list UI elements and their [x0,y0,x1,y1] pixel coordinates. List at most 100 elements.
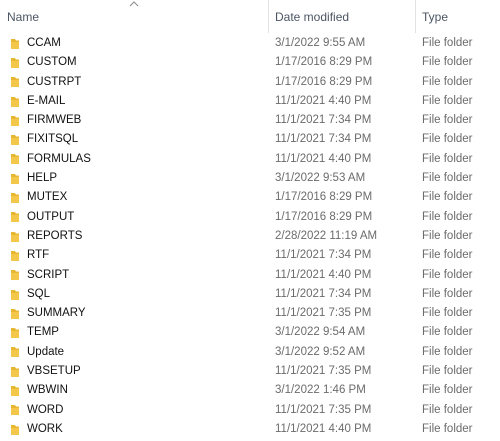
table-row[interactable]: SQL 11/1/2021 7:34 PM File folder [0,285,500,304]
date-modified-column-header[interactable]: Date modified [270,0,415,33]
file-type: File folder [422,152,473,165]
table-row[interactable]: RTF 11/1/2021 7:34 PM File folder [0,246,500,265]
file-name: VBSETUP [27,365,81,378]
column-header-bar: Name Date modified Type [0,0,500,33]
file-type: File folder [422,172,473,185]
date-modified: 11/1/2021 7:34 PM [275,133,372,146]
file-name: SUMMARY [27,307,86,320]
file-type: File folder [422,403,473,416]
file-name: WORD [27,403,64,416]
table-row[interactable]: CUSTRPT 1/17/2016 8:29 PM File folder [0,73,500,92]
file-name: CCAM [27,37,61,49]
file-name: MUTEX [27,191,68,204]
date-modified: 11/1/2021 4:40 PM [275,422,372,435]
date-modified: 1/17/2016 8:29 PM [275,191,373,204]
table-row[interactable]: CCAM 3/1/2022 9:55 AM File folder [0,34,500,53]
folder-icon [10,420,22,439]
file-type: File folder [422,287,473,300]
date-modified: 1/17/2016 8:29 PM [275,210,373,223]
date-modified: 3/1/2022 1:46 PM [275,384,366,397]
table-row[interactable]: REPORTS 2/28/2022 11:19 AM File folder [0,227,500,246]
table-row[interactable]: Update 3/1/2022 9:52 AM File folder [0,343,500,362]
table-row[interactable]: SUMMARY 11/1/2021 7:35 PM File folder [0,304,500,323]
file-name: SCRIPT [27,268,70,281]
file-name: REPORTS [27,229,83,242]
date-modified: 3/1/2022 9:53 AM [275,172,366,185]
table-row[interactable]: E-MAIL 11/1/2021 4:40 PM File folder [0,92,500,111]
file-type: File folder [422,249,473,262]
file-list-view: Name Date modified Type CCAM 3/1/2022 9:5… [0,0,500,441]
folder-icon [10,111,22,130]
file-name: FIRMWEB [27,114,82,127]
file-name: WORK [27,422,63,435]
table-row[interactable]: MUTEX 1/17/2016 8:29 PM File folder [0,188,500,207]
file-type: File folder [422,133,473,146]
table-row[interactable]: SCRIPT 11/1/2021 4:40 PM File folder [0,266,500,285]
table-row[interactable]: CUSTOM 1/17/2016 8:29 PM File folder [0,53,500,72]
file-type: File folder [422,229,473,242]
file-name: OUTPUT [27,210,75,223]
file-type: File folder [422,191,473,204]
date-modified: 1/17/2016 8:29 PM [275,75,373,88]
folder-icon [10,150,22,169]
folder-icon [10,73,22,92]
table-row[interactable]: VBSETUP 11/1/2021 7:35 PM File folder [0,362,500,381]
date-modified: 11/1/2021 7:34 PM [275,287,372,300]
folder-icon [10,169,22,188]
table-row[interactable]: FIXITSQL 11/1/2021 7:34 PM File folder [0,130,500,149]
file-type: File folder [422,94,473,107]
folder-icon [10,285,22,304]
folder-icon [10,208,22,227]
file-type: File folder [422,384,473,397]
file-type: File folder [422,114,473,127]
type-column-label: Type [422,9,449,24]
folder-icon [10,92,22,111]
folder-icon [10,34,22,53]
folder-icon [10,323,22,342]
folder-icon [10,401,22,420]
date-modified: 3/1/2022 9:54 AM [275,326,366,339]
date-modified: 2/28/2022 11:19 AM [275,229,378,242]
name-column-label: Name [7,9,40,24]
date-modified: 11/1/2021 7:34 PM [275,249,372,262]
date-modified: 11/1/2021 7:35 PM [275,403,372,416]
file-type: File folder [422,422,473,435]
folder-icon [10,381,22,400]
date-modified: 3/1/2022 9:55 AM [275,37,366,49]
column-divider[interactable] [415,0,416,33]
table-row[interactable]: FORMULAS 11/1/2021 4:40 PM File folder [0,150,500,169]
folder-icon [10,53,22,72]
file-name: FIXITSQL [27,133,79,146]
file-type: File folder [422,56,473,69]
folder-icon [10,266,22,285]
table-row[interactable]: FIRMWEB 11/1/2021 7:34 PM File folder [0,111,500,130]
file-type: File folder [422,210,473,223]
file-name: WBWIN [27,384,68,397]
folder-icon [10,304,22,323]
table-row[interactable]: TEMP 3/1/2022 9:54 AM File folder [0,323,500,342]
file-type: File folder [422,365,473,378]
date-modified: 11/1/2021 4:40 PM [275,94,372,107]
column-divider[interactable] [268,0,269,33]
file-type: File folder [422,345,473,358]
date-modified: 11/1/2021 4:40 PM [275,268,372,281]
date-modified-column-label: Date modified [275,9,350,24]
date-modified: 11/1/2021 7:35 PM [275,365,372,378]
date-modified: 11/1/2021 7:35 PM [275,307,372,320]
table-row[interactable]: OUTPUT 1/17/2016 8:29 PM File folder [0,208,500,227]
file-name: RTF [27,249,50,262]
table-row[interactable]: WORK 11/1/2021 4:40 PM File folder [0,420,500,439]
file-type: File folder [422,37,473,49]
file-name: HELP [27,172,58,185]
file-rows: CCAM 3/1/2022 9:55 AM File folder CUSTOM 1/1… [0,34,500,439]
folder-icon [10,362,22,381]
file-name: CUSTRPT [27,75,82,88]
date-modified: 1/17/2016 8:29 PM [275,56,373,69]
folder-icon [10,130,22,149]
file-type: File folder [422,75,473,88]
type-column-header[interactable]: Type [417,0,500,33]
table-row[interactable]: HELP 3/1/2022 9:53 AM File folder [0,169,500,188]
table-row[interactable]: WORD 11/1/2021 7:35 PM File folder [0,401,500,420]
table-row[interactable]: WBWIN 3/1/2022 1:46 PM File folder [0,381,500,400]
file-name: Update [27,345,65,358]
